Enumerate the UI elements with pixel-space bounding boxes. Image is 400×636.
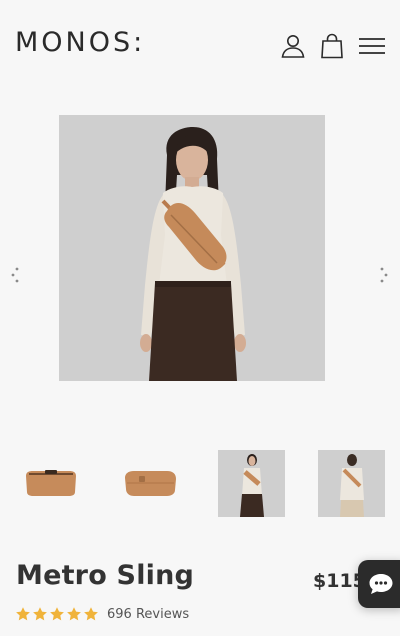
account-icon[interactable] [280, 33, 306, 59]
thumbnail-sling-front[interactable] [17, 450, 84, 517]
thumbnail-strip [0, 450, 400, 518]
reviews-count-link[interactable]: 696 Reviews [107, 607, 189, 622]
product-title: Metro Sling [16, 560, 195, 591]
star-rating [15, 606, 99, 622]
main-product-image[interactable] [59, 115, 325, 381]
chat-bubble-icon [369, 574, 393, 594]
star-icon [15, 606, 31, 622]
next-image-arrow-icon[interactable] [377, 266, 391, 284]
shopping-bag-icon[interactable] [319, 33, 345, 59]
brand-logo[interactable]: MONOS: [15, 27, 145, 58]
thumbnail-sling-angle[interactable] [117, 450, 184, 517]
star-icon [49, 606, 65, 622]
star-icon [66, 606, 82, 622]
thumbnail-model-front[interactable] [218, 450, 285, 517]
site-header: MONOS: [0, 0, 400, 88]
previous-image-arrow-icon[interactable] [8, 266, 22, 284]
chat-button[interactable] [358, 560, 400, 608]
star-icon [32, 606, 48, 622]
thumbnail-model-back[interactable] [318, 450, 385, 517]
product-rating[interactable]: 696 Reviews [15, 604, 189, 624]
hamburger-menu-icon[interactable] [358, 33, 386, 59]
star-icon [83, 606, 99, 622]
